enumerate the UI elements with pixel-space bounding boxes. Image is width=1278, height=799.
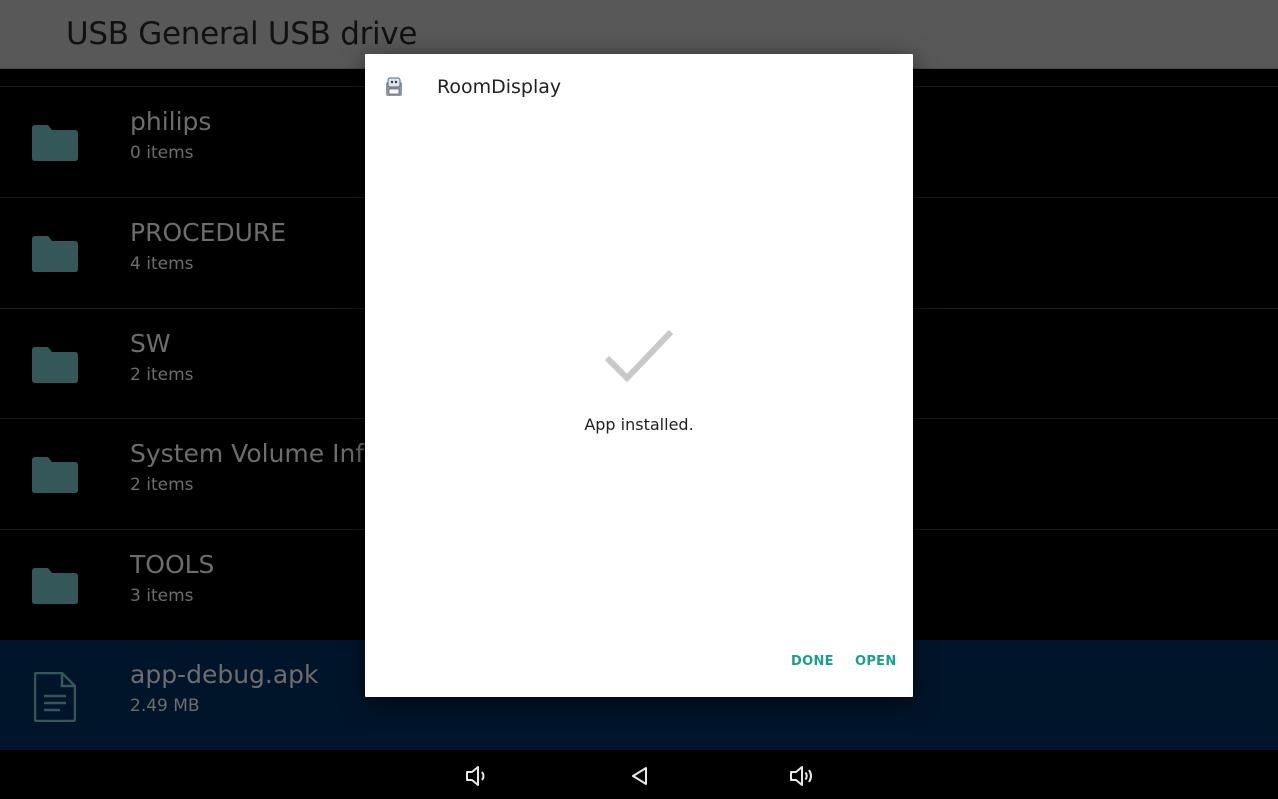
file-name: PROCEDURE — [130, 218, 287, 247]
file-meta: 0 items — [130, 143, 194, 163]
folder-icon — [32, 125, 78, 161]
file-name: SW — [130, 329, 171, 358]
file-meta: 2 items — [130, 365, 194, 385]
android-app-icon — [386, 77, 402, 96]
file-name: philips — [130, 107, 212, 136]
document-icon — [34, 672, 76, 722]
open-button[interactable]: OPEN — [855, 654, 897, 669]
navigation-bar — [0, 751, 1278, 799]
file-name: TOOLS — [130, 550, 215, 579]
back-icon[interactable] — [627, 763, 653, 789]
file-name: app-debug.apk — [130, 660, 319, 689]
dialog-message: App installed. — [584, 415, 694, 434]
checkmark-icon — [604, 329, 674, 382]
folder-icon — [32, 568, 78, 604]
volume-down-icon[interactable] — [463, 763, 489, 789]
volume-up-icon[interactable] — [788, 763, 814, 789]
dialog-title: RoomDisplay — [437, 76, 562, 98]
folder-icon — [32, 236, 78, 272]
done-button[interactable]: DONE — [791, 654, 834, 669]
file-name: System Volume Infor — [130, 439, 390, 468]
folder-icon — [32, 347, 78, 383]
file-meta: 2.49 MB — [130, 696, 200, 716]
file-meta: 2 items — [130, 475, 194, 495]
install-dialog: RoomDisplay App installed. DONE OPEN — [365, 54, 913, 697]
app-bar-title: USB General USB drive — [66, 16, 418, 52]
folder-icon — [32, 457, 78, 493]
file-meta: 4 items — [130, 254, 194, 274]
file-meta: 3 items — [130, 586, 194, 606]
